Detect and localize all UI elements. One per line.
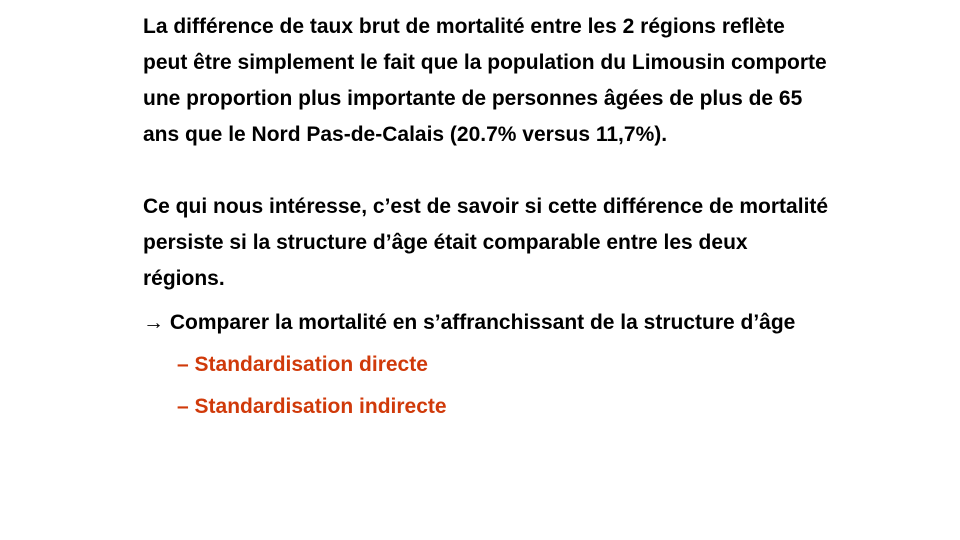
slide-body: La différence de taux brut de mortalité … — [143, 9, 833, 425]
sub-item-direct-standardisation: – Standardisation directe — [177, 353, 428, 376]
paragraph-crude-rate-difference: La différence de taux brut de mortalité … — [143, 15, 827, 146]
arrow-item-compare-mortality: → Comparer la mortalité en s’affranchiss… — [143, 311, 796, 334]
slide: La différence de taux brut de mortalité … — [0, 0, 960, 540]
sub-item-indirect-standardisation: – Standardisation indirecte — [177, 395, 447, 418]
paragraph-age-structure-question: Ce qui nous intéresse, c’est de savoir s… — [143, 195, 829, 290]
